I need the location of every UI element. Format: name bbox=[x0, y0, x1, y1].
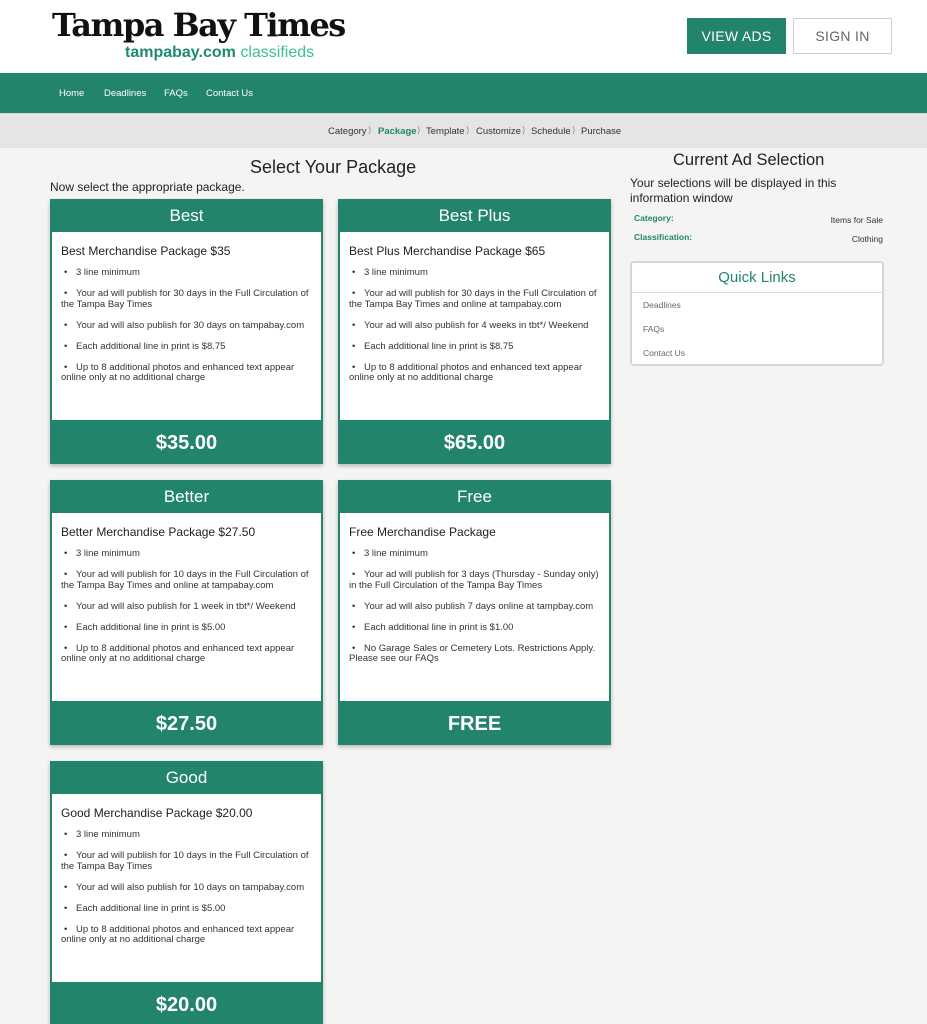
classification-value: Clothing bbox=[851, 234, 883, 244]
tampa-bay-times-logo[interactable]: Tampa Bay Times tampabay.com classifieds bbox=[52, 6, 346, 66]
package-feature: Up to 8 additional photos and enhanced t… bbox=[61, 362, 311, 384]
quick-links-title: Quick Links bbox=[718, 269, 796, 286]
view-ads-button[interactable]: VIEW ADS bbox=[687, 18, 786, 54]
sidebar-description: Your selections will be displayed in thi… bbox=[630, 176, 837, 205]
package-details: Better Merchandise Package $27.50 3 line… bbox=[52, 513, 321, 701]
package-feature: Your ad will publish for 10 days in the … bbox=[61, 850, 311, 872]
package-price-button[interactable]: FREE bbox=[338, 701, 611, 745]
package-card-better[interactable]: Better Better Merchandise Package $27.50… bbox=[50, 480, 323, 745]
package-feature: 3 line minimum bbox=[61, 548, 311, 560]
logo-domain: tampabay.com bbox=[125, 44, 236, 61]
package-feature-list: 3 line minimum Your ad will publish for … bbox=[61, 548, 311, 675]
main-nav: Home Deadlines FAQs Contact Us bbox=[0, 73, 927, 113]
nav-item-deadlines[interactable]: Deadlines bbox=[104, 88, 146, 99]
breadcrumb-separator-icon: ⟩ bbox=[417, 125, 421, 135]
package-feature: Up to 8 additional photos and enhanced t… bbox=[61, 643, 311, 665]
package-name: Better bbox=[163, 487, 210, 506]
package-feature-list: 3 line minimum Your ad will publish for … bbox=[61, 829, 311, 956]
package-feature: Each additional line in print is $8.75 bbox=[61, 341, 311, 353]
package-feature: No Garage Sales or Cemetery Lots. Restri… bbox=[349, 643, 599, 665]
breadcrumb-customize: Customize bbox=[476, 126, 521, 137]
package-name: Best Plus bbox=[438, 206, 511, 225]
package-title: Good Merchandise Package $20.00 bbox=[61, 806, 253, 820]
package-name: Good bbox=[165, 768, 208, 787]
breadcrumb-separator-icon: ⟩ bbox=[572, 125, 576, 135]
package-feature: Your ad will also publish for 10 days on… bbox=[61, 882, 311, 894]
quick-link-faqs[interactable]: FAQs bbox=[643, 324, 664, 334]
package-feature: Your ad will also publish for 4 weeks in… bbox=[349, 320, 599, 332]
package-feature: Your ad will publish for 30 days in the … bbox=[61, 288, 311, 310]
sidebar-title: Current Ad Selection bbox=[673, 151, 825, 169]
breadcrumb-separator-icon: ⟩ bbox=[466, 125, 470, 135]
package-price-button[interactable]: $35.00 bbox=[50, 420, 323, 464]
quick-link-contact-us[interactable]: Contact Us bbox=[643, 348, 685, 358]
package-card-best-plus[interactable]: Best Plus Best Plus Merchandise Package … bbox=[338, 199, 611, 464]
package-feature: Your ad will also publish for 30 days on… bbox=[61, 320, 311, 332]
package-card-best[interactable]: Best Best Merchandise Package $35 3 line… bbox=[50, 199, 323, 464]
package-details: Good Merchandise Package $20.00 3 line m… bbox=[52, 794, 321, 982]
package-feature-list: 3 line minimum Your ad will publish for … bbox=[349, 548, 599, 675]
package-feature: Each additional line in print is $1.00 bbox=[349, 622, 599, 634]
quick-links-panel: Quick Links Deadlines FAQs Contact Us bbox=[630, 261, 884, 366]
package-feature: Your ad will also publish for 1 week in … bbox=[61, 601, 311, 613]
logo-wordmark: Tampa Bay Times bbox=[52, 6, 346, 44]
package-feature: Your ad will publish for 10 days in the … bbox=[61, 569, 311, 591]
package-title: Best Plus Merchandise Package $65 bbox=[349, 244, 546, 258]
breadcrumb-package: Package bbox=[378, 126, 417, 137]
page-title: Select Your Package bbox=[250, 157, 417, 177]
package-price-button[interactable]: $65.00 bbox=[338, 420, 611, 464]
category-label: Category: bbox=[634, 213, 674, 223]
package-title: Best Merchandise Package $35 bbox=[61, 244, 231, 258]
nav-item-contact-us[interactable]: Contact Us bbox=[206, 88, 253, 99]
package-feature-list: 3 line minimum Your ad will publish for … bbox=[61, 267, 311, 394]
package-title: Better Merchandise Package $27.50 bbox=[61, 525, 256, 539]
quick-link-deadlines[interactable]: Deadlines bbox=[643, 300, 681, 310]
package-name: Best bbox=[169, 206, 204, 225]
package-feature: Each additional line in print is $5.00 bbox=[61, 903, 311, 915]
package-price-button[interactable]: $27.50 bbox=[50, 701, 323, 745]
package-details: Free Merchandise Package 3 line minimum … bbox=[340, 513, 609, 701]
package-feature: 3 line minimum bbox=[61, 267, 311, 279]
logo-subtitle: tampabay.com classifieds bbox=[125, 44, 314, 62]
breadcrumb-purchase: Purchase bbox=[581, 126, 622, 137]
category-value: Items for Sale bbox=[830, 215, 883, 225]
quick-links-divider bbox=[632, 292, 882, 293]
nav-item-faqs[interactable]: FAQs bbox=[164, 88, 188, 99]
package-feature: Up to 8 additional photos and enhanced t… bbox=[61, 924, 311, 946]
page-subtitle: Now select the appropriate package. bbox=[50, 180, 245, 194]
package-feature: 3 line minimum bbox=[349, 267, 599, 279]
package-details: Best Merchandise Package $35 3 line mini… bbox=[52, 232, 321, 420]
breadcrumb-schedule: Schedule bbox=[531, 126, 571, 137]
package-feature-list: 3 line minimum Your ad will publish for … bbox=[349, 267, 599, 394]
package-feature: Your ad will publish for 30 days in the … bbox=[349, 288, 599, 310]
package-card-good[interactable]: Good Good Merchandise Package $20.00 3 l… bbox=[50, 761, 323, 1024]
nav-item-home[interactable]: Home bbox=[59, 88, 84, 99]
package-details: Best Plus Merchandise Package $65 3 line… bbox=[340, 232, 609, 420]
classification-label: Classification: bbox=[634, 232, 693, 242]
package-feature: Your ad will also publish 7 days online … bbox=[349, 601, 599, 613]
breadcrumb-separator-icon: ⟩ bbox=[522, 125, 526, 135]
package-feature: 3 line minimum bbox=[61, 829, 311, 841]
sign-in-button[interactable]: SIGN IN bbox=[793, 18, 892, 54]
package-feature: Each additional line in print is $8.75 bbox=[349, 341, 599, 353]
breadcrumb-separator-icon: ⟩ bbox=[368, 125, 372, 135]
logo-classifieds: classifieds bbox=[240, 44, 315, 61]
package-price-button[interactable]: $20.00 bbox=[50, 982, 323, 1024]
package-title: Free Merchandise Package bbox=[349, 525, 496, 539]
package-feature: 3 line minimum bbox=[349, 548, 599, 560]
package-name: Free bbox=[457, 487, 492, 506]
breadcrumb-category[interactable]: Category bbox=[328, 126, 367, 137]
package-feature: Each additional line in print is $5.00 bbox=[61, 622, 311, 634]
package-feature: Up to 8 additional photos and enhanced t… bbox=[349, 362, 599, 384]
breadcrumb: Category ⟩ Package ⟩ Template ⟩ Customiz… bbox=[0, 113, 927, 148]
package-feature: Your ad will publish for 3 days (Thursda… bbox=[349, 569, 599, 591]
package-card-free[interactable]: Free Free Merchandise Package 3 line min… bbox=[338, 480, 611, 745]
breadcrumb-template: Template bbox=[426, 126, 465, 137]
site-header: Tampa Bay Times tampabay.com classifieds… bbox=[0, 0, 927, 73]
